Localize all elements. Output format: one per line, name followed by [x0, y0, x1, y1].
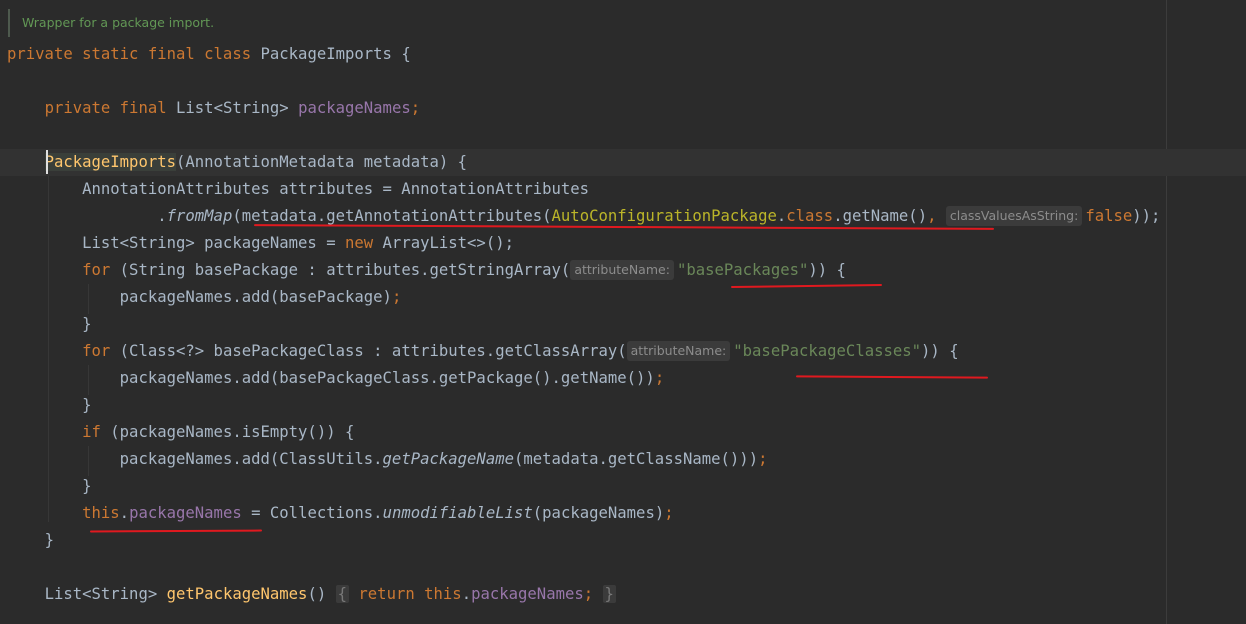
keyword: new — [344, 234, 374, 252]
dot: . — [776, 207, 787, 225]
parameter-hint: attributeName: — [570, 260, 674, 280]
code-text: (metadata.getClassName())) — [513, 450, 759, 468]
boolean-literal: false — [1085, 207, 1133, 225]
code-text: () — [307, 585, 327, 603]
code-line-getter[interactable]: List<String> getPackageNames() { return … — [0, 581, 1246, 608]
code-text: (metadata.getAnnotationAttributes( — [232, 207, 552, 225]
code-text: (packageNames) — [532, 504, 665, 522]
code-line-close-brace[interactable]: } — [0, 473, 1246, 500]
annotation-type: AutoConfigurationPackage — [551, 207, 777, 225]
doc-comment: Wrapper for a package import. — [8, 9, 1166, 37]
code-line-class-decl[interactable]: private static final class PackageImport… — [0, 41, 1246, 68]
keyword: return — [358, 585, 415, 603]
semicolon: ; — [583, 585, 594, 603]
semicolon: ; — [758, 450, 768, 468]
parameter-hint: attributeName: — [626, 341, 731, 361]
keyword: private static final class — [7, 45, 252, 63]
parameter-hint: classValuesAsString: — [945, 206, 1083, 226]
type: List<String> — [166, 99, 299, 117]
code-text: (packageNames.isEmpty()) { — [100, 423, 355, 441]
comma: , — [927, 207, 937, 225]
text-caret — [46, 150, 48, 174]
code-text: packageNames.add(basePackage) — [119, 288, 392, 306]
code-line-constructor[interactable]: PackageImports(AnnotationMetadata metada… — [0, 149, 1246, 176]
code-text: packageNames.add(basePackageClass.getPac… — [119, 369, 655, 387]
string-literal: "basePackages" — [676, 261, 809, 279]
code-text: )) { — [921, 342, 959, 360]
code-text: ArrayList<>(); — [373, 234, 514, 252]
constructor-name: PackageImports — [44, 153, 176, 171]
dot: . — [461, 585, 472, 603]
static-method: getPackageName — [382, 450, 514, 468]
code-line-close-brace[interactable]: } — [0, 311, 1246, 338]
keyword: this — [424, 585, 462, 603]
code-text: )); — [1132, 207, 1161, 225]
type: List<String> — [44, 585, 167, 603]
code-text: packageNames.add(ClassUtils. — [119, 450, 383, 468]
code-line-list-init[interactable]: List<String> packageNames = new ArrayLis… — [0, 230, 1246, 257]
doc-comment-text: Wrapper for a package import. — [22, 15, 215, 30]
folded-brace[interactable]: } — [602, 585, 616, 603]
brace: } — [82, 477, 92, 495]
brace: { — [391, 45, 411, 63]
code-line-for-classes[interactable]: for (Class<?> basePackageClass : attribu… — [0, 338, 1246, 365]
code-text: (String basePackage : attributes.getStri… — [110, 261, 571, 279]
semicolon: ; — [664, 504, 674, 522]
code-line-add-class-package[interactable]: packageNames.add(basePackageClass.getPac… — [0, 365, 1246, 392]
code-line-attributes[interactable]: AnnotationAttributes attributes = Annota… — [0, 176, 1246, 203]
keyword: for — [82, 261, 111, 279]
code-line-if-empty[interactable]: if (packageNames.isEmpty()) { — [0, 419, 1246, 446]
semicolon: ; — [391, 288, 402, 306]
string-literal: "basePackageClasses" — [733, 342, 922, 360]
field-name: packageNames — [471, 585, 584, 603]
keyword: if — [82, 423, 101, 441]
code-line-add-package[interactable]: packageNames.add(basePackage); — [0, 284, 1246, 311]
field-name: packageNames — [298, 99, 411, 117]
code-line-assign[interactable]: this.packageNames = Collections.unmodifi… — [0, 500, 1246, 527]
method-name: getPackageNames — [166, 585, 308, 603]
dot: . — [119, 504, 130, 522]
brace: } — [44, 531, 54, 549]
constructor-params: (AnnotationMetadata metadata) { — [176, 153, 468, 171]
field-name: packageNames — [129, 504, 242, 522]
static-method: fromMap — [166, 207, 233, 225]
keyword: for — [82, 342, 111, 360]
code-line-field-decl[interactable]: private final List<String> packageNames; — [0, 95, 1246, 122]
semicolon: ; — [410, 99, 421, 117]
static-method: unmodifiableList — [382, 504, 533, 522]
code-line-for-packages[interactable]: for (String basePackage : attributes.get… — [0, 257, 1246, 284]
code-text: = Collections. — [241, 504, 383, 522]
semicolon: ; — [654, 369, 665, 387]
dot: . — [157, 207, 167, 225]
folded-brace[interactable]: { — [335, 585, 350, 603]
brace: } — [82, 315, 92, 333]
brace: } — [82, 396, 92, 414]
code-text: AnnotationAttributes attributes = Annota… — [82, 180, 590, 198]
code-text: (Class<?> basePackageClass : attributes.… — [110, 342, 627, 360]
keyword: this — [82, 504, 120, 522]
code-line-add-classname[interactable]: packageNames.add(ClassUtils.getPackageNa… — [0, 446, 1246, 473]
code-text: List<String> packageNames = — [82, 234, 345, 252]
keyword: class — [786, 207, 834, 225]
code-line-close-brace[interactable]: } — [0, 392, 1246, 419]
keyword: private final — [44, 99, 167, 117]
code-text: .getName() — [833, 207, 928, 225]
class-name: PackageImports — [260, 45, 392, 63]
code-text: )) { — [808, 261, 846, 279]
